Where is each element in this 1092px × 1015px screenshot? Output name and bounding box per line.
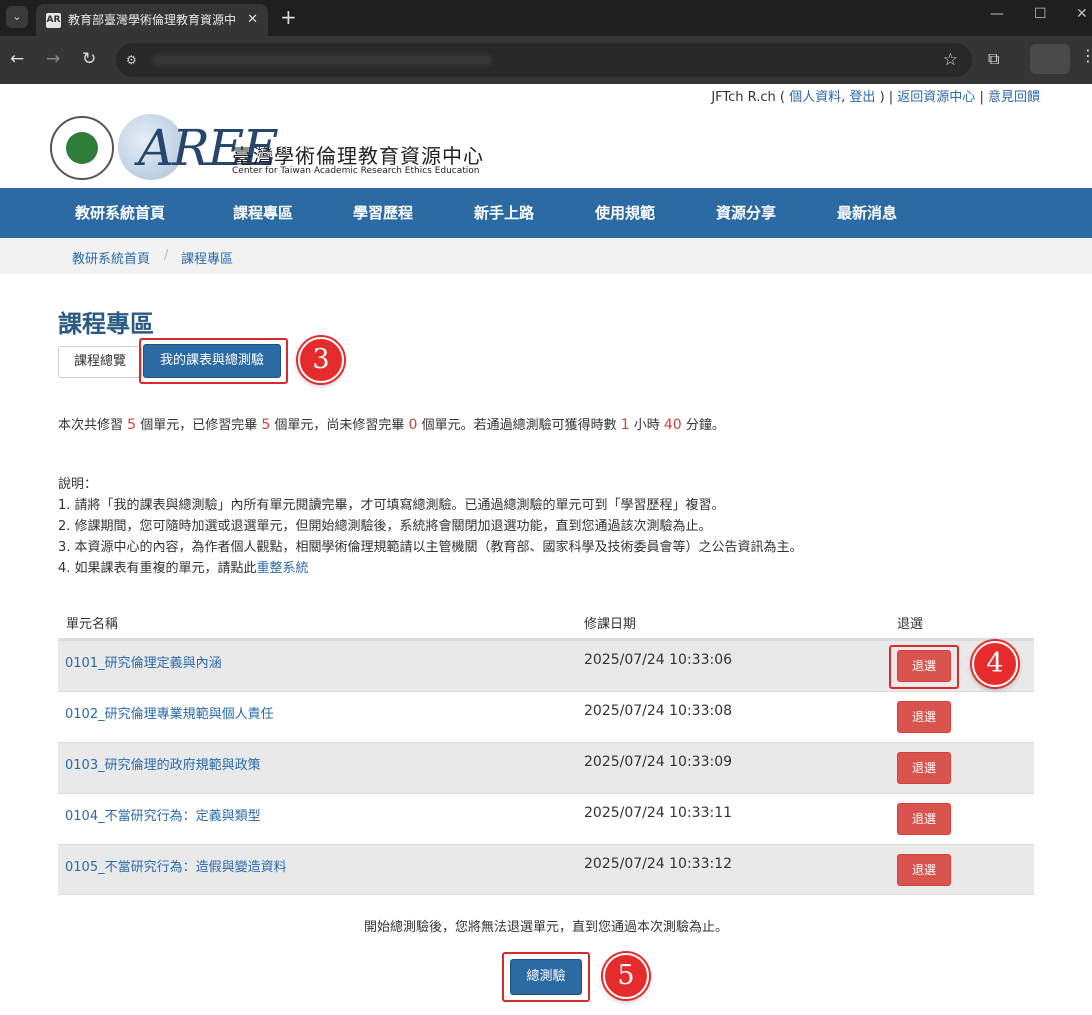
header-unit-name: 單元名稱 xyxy=(66,617,119,632)
nav-item-rules[interactable]: 使用規範 xyxy=(595,188,655,238)
nav-item-courses[interactable]: 課程專區 xyxy=(233,188,293,238)
step-3-marker: 3 xyxy=(298,337,344,383)
notes-line-2: 2. 修課期間，您可隨時加選或退選單元，但開始總測驗後，系統將會關閉加退選功能，… xyxy=(58,519,712,534)
moe-emblem-icon xyxy=(66,132,98,164)
table-row: 0104_不當研究行為：定義與類型 2025/07/24 10:33:11 退選 xyxy=(58,793,1034,844)
final-test-button[interactable]: 總測驗 xyxy=(510,959,582,995)
drop-button[interactable]: 退選 xyxy=(897,752,951,784)
unit-link[interactable]: 0101_研究倫理定義與內涵 xyxy=(65,652,222,671)
profile-avatar[interactable] xyxy=(1030,44,1070,74)
address-bar[interactable]: ⚙ ☆ xyxy=(116,43,972,77)
tab-search-icon[interactable]: ⌄ xyxy=(6,6,28,28)
extensions-icon[interactable]: ⧉ xyxy=(988,49,999,69)
user-name: JFTch R.ch ( xyxy=(711,90,785,105)
minimize-icon[interactable]: — xyxy=(990,6,1004,22)
unit-date: 2025/07/24 10:33:08 xyxy=(584,703,733,719)
site-info-icon[interactable]: ⚙ xyxy=(126,52,142,68)
notes-line-3: 3. 本資源中心的內容，為作者個人觀點，相關學術倫理規範請以主管機關（教育部、國… xyxy=(58,540,803,555)
breadcrumb-current[interactable]: 課程專區 xyxy=(181,248,233,267)
moe-logo xyxy=(50,116,114,180)
step-4-marker: 4 xyxy=(972,641,1018,687)
blurred-url xyxy=(152,55,492,65)
breadcrumb-home[interactable]: 教研系統首頁 xyxy=(72,248,150,267)
new-tab-icon[interactable]: + xyxy=(280,6,297,28)
nav-item-home[interactable]: 教研系統首頁 xyxy=(75,188,165,238)
main-nav: 教研系統首頁 課程專區 學習歷程 新手上路 使用規範 資源分享 最新消息 xyxy=(0,188,1092,238)
nav-item-resources[interactable]: 資源分享 xyxy=(716,188,776,238)
breadcrumb-separator: / xyxy=(164,248,169,263)
unit-date: 2025/07/24 10:33:09 xyxy=(584,754,733,770)
profile-link[interactable]: 個人資料 xyxy=(789,90,841,105)
instructions: 說明： 1. 請將「我的課表與總測驗」內所有單元閱讀完畢，才可填寫總測驗。已通過… xyxy=(58,474,803,579)
notes-line-4: 4. 如果課表有重複的單元，請點此重整系統 xyxy=(58,558,803,579)
bookmark-star-icon[interactable]: ☆ xyxy=(943,50,958,70)
window-close-icon[interactable]: ✕ xyxy=(1076,6,1088,22)
reload-icon[interactable]: ↻ xyxy=(82,49,96,69)
forward-arrow-icon[interactable]: → xyxy=(46,49,60,69)
notes-heading: 說明： xyxy=(58,477,98,492)
org-name-en: Center for Taiwan Academic Research Ethi… xyxy=(232,166,480,176)
breadcrumb: 教研系統首頁 / 課程專區 xyxy=(0,238,1092,274)
unit-link[interactable]: 0103_研究倫理的政府規範與政策 xyxy=(65,754,261,773)
feedback-link[interactable]: 意見回饋 xyxy=(988,90,1040,105)
favicon-icon: AR xyxy=(46,13,61,28)
unit-link[interactable]: 0105_不當研究行為：造假與變造資料 xyxy=(65,856,287,875)
browser-menu-icon[interactable]: ⋮ xyxy=(1080,46,1092,65)
browser-toolbar: ← → ↻ ⚙ ☆ xyxy=(0,36,1092,84)
table-row: 0103_研究倫理的政府規範與政策 2025/07/24 10:33:09 退選 xyxy=(58,742,1034,793)
drop-button[interactable]: 退選 xyxy=(897,803,951,835)
drop-button[interactable]: 退選 xyxy=(897,701,951,733)
course-overview-button[interactable]: 課程總覽 xyxy=(58,346,142,378)
drop-button[interactable]: 退選 xyxy=(897,650,951,682)
summary-part: 分鐘。 xyxy=(681,418,725,433)
table-row: 0101_研究倫理定義與內涵 2025/07/24 10:33:06 退選 xyxy=(58,640,1034,691)
browser-tab-bar: ⌄ AR 教育部臺灣學術倫理教育資源中 ✕ + — ☐ ✕ xyxy=(0,0,1092,36)
nav-item-news[interactable]: 最新消息 xyxy=(837,188,897,238)
page-title: 課程專區 xyxy=(58,310,154,338)
pipe: | xyxy=(979,90,984,105)
table-row: 0102_研究倫理專業規範與個人責任 2025/07/24 10:33:08 退… xyxy=(58,691,1034,742)
notes-line-1: 1. 請將「我的課表與總測驗」內所有單元閱讀完畢，才可填寫總測驗。已通過總測驗的… xyxy=(58,498,725,513)
reset-system-link[interactable]: 重整系統 xyxy=(257,561,309,576)
table-row: 0105_不當研究行為：造假與變造資料 2025/07/24 10:33:12 … xyxy=(58,844,1034,895)
summary-number: 5 xyxy=(127,417,137,433)
unit-date: 2025/07/24 10:33:06 xyxy=(584,652,733,668)
nav-item-history[interactable]: 學習歷程 xyxy=(353,188,413,238)
summary-number: 40 xyxy=(663,417,682,433)
summary-part: 本次共修習 xyxy=(58,418,128,433)
drop-button[interactable]: 退選 xyxy=(897,854,951,886)
header-drop: 退選 xyxy=(897,617,924,632)
back-arrow-icon[interactable]: ← xyxy=(10,49,24,69)
tab-title: 教育部臺灣學術倫理教育資源中 xyxy=(68,13,236,27)
summary-part: 小時 xyxy=(629,418,664,433)
step-5-marker: 5 xyxy=(603,953,649,999)
summary-part: 個單元，已修習完畢 xyxy=(136,418,262,433)
maximize-icon[interactable]: ☐ xyxy=(1034,6,1047,22)
browser-tab[interactable]: AR 教育部臺灣學術倫理教育資源中 ✕ xyxy=(36,4,268,36)
user-bar: JFTch R.ch ( 個人資料, 登出 ) | 返回資源中心 | 意見回饋 xyxy=(711,86,1040,105)
nav-item-getting-started[interactable]: 新手上路 xyxy=(474,188,534,238)
test-warning-note: 開始總測驗後，您將無法退選單元，直到您通過本次測驗為止。 xyxy=(363,920,728,935)
notes-line-4-text: 4. 如果課表有重複的單元，請點此 xyxy=(58,561,257,576)
header-date: 修課日期 xyxy=(584,617,637,632)
my-schedule-button[interactable]: 我的課表與總測驗 xyxy=(143,344,281,378)
back-resource-link[interactable]: 返回資源中心 xyxy=(897,90,975,105)
tab-close-icon[interactable]: ✕ xyxy=(247,4,258,36)
summary-text: 本次共修習 5 個單元，已修習完畢 5 個單元，尚未修習完畢 0 個單元。若通過… xyxy=(58,414,725,433)
unit-link[interactable]: 0102_研究倫理專業規範與個人責任 xyxy=(65,703,274,722)
paren-pipe: ) | xyxy=(879,90,894,105)
unit-link[interactable]: 0104_不當研究行為：定義與類型 xyxy=(65,805,261,824)
unit-date: 2025/07/24 10:33:12 xyxy=(584,856,733,872)
summary-part: 個單元。若通過總測驗可獲得時數 xyxy=(417,418,621,433)
comma: , xyxy=(841,90,846,105)
summary-number: 5 xyxy=(261,417,271,433)
unit-date: 2025/07/24 10:33:11 xyxy=(584,805,733,821)
summary-number: 1 xyxy=(620,417,630,433)
logout-link[interactable]: 登出 xyxy=(849,90,875,105)
summary-part: 個單元，尚未修習完畢 xyxy=(270,418,409,433)
org-name-zh: 臺灣學術倫理教育資源中心 xyxy=(232,144,484,168)
